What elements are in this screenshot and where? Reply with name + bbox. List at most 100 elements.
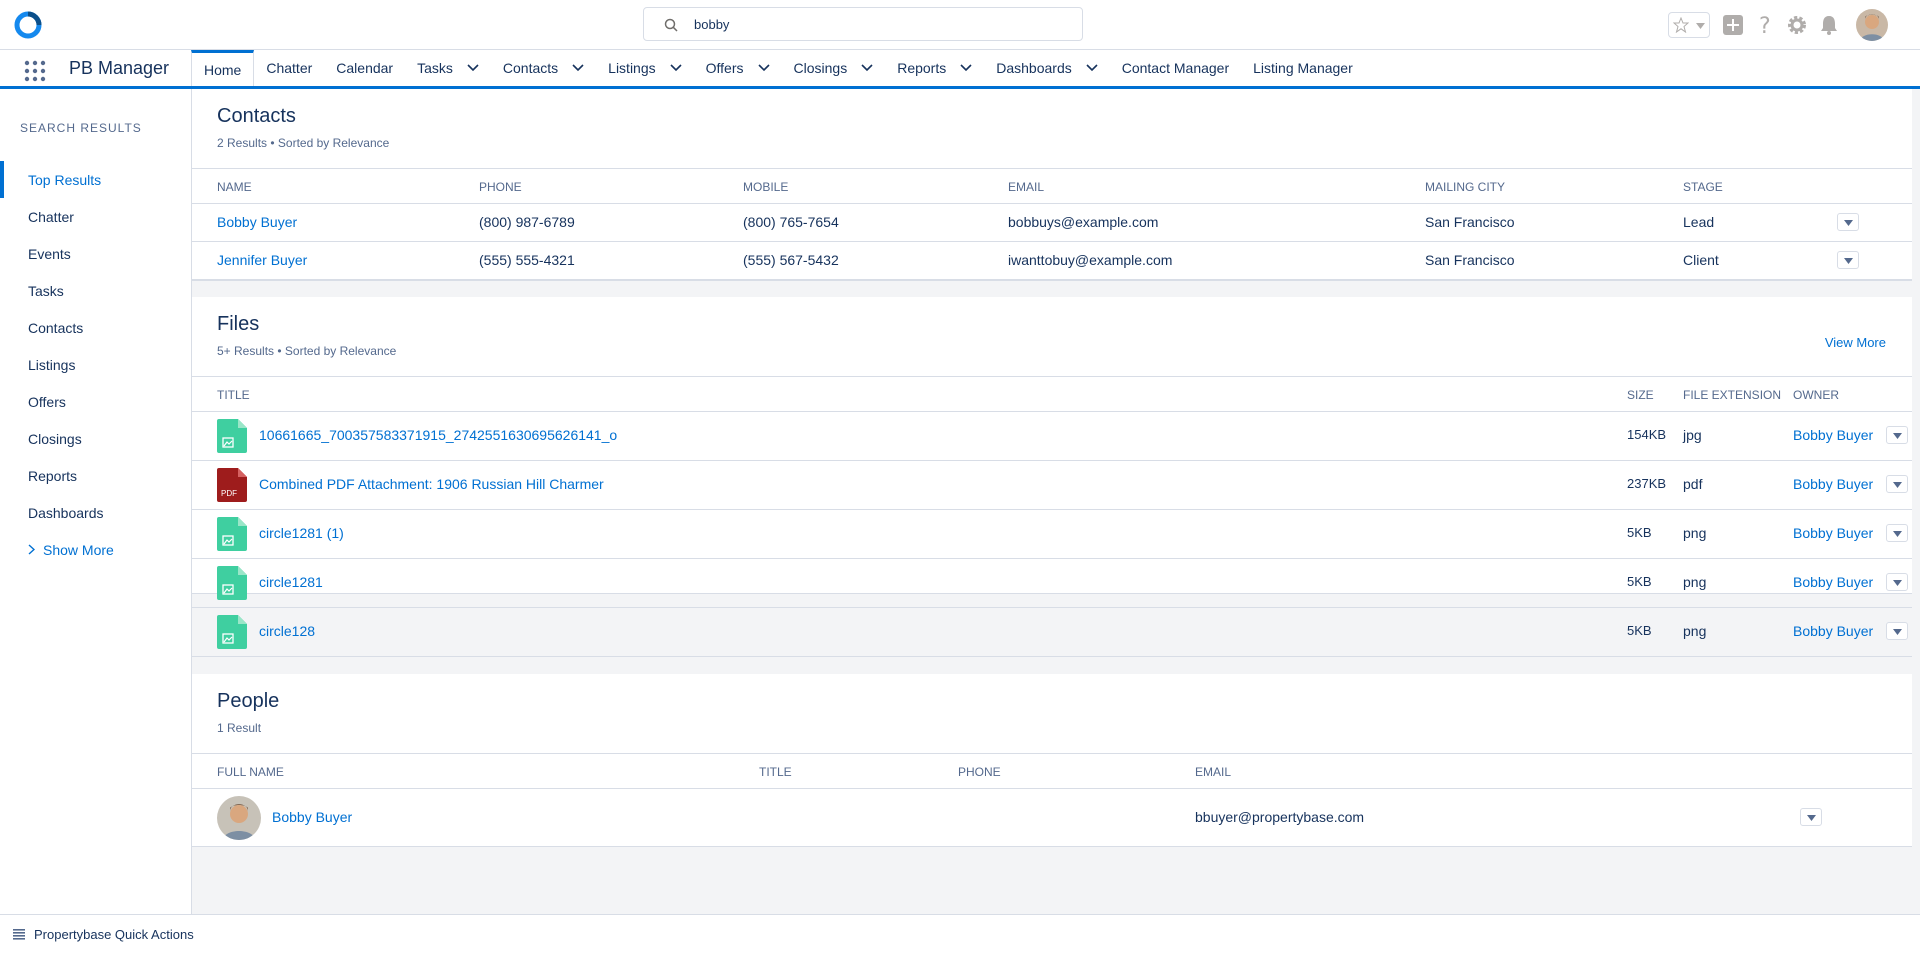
col-mailing-city[interactable]: Mailing City xyxy=(1425,180,1505,194)
sidebar-show-more[interactable]: Show More xyxy=(0,531,191,568)
sidebar-item-label: Contacts xyxy=(28,319,84,336)
search-icon xyxy=(664,18,678,32)
col-title[interactable]: Title xyxy=(217,388,250,402)
sidebar-item-listings[interactable]: Listings xyxy=(0,346,191,383)
nav-tab-calendar[interactable]: Calendar xyxy=(324,50,405,86)
user-avatar[interactable] xyxy=(1856,9,1888,41)
global-search[interactable] xyxy=(643,7,1083,41)
sidebar-item-offers[interactable]: Offers xyxy=(0,383,191,420)
col-person-phone[interactable]: Phone xyxy=(958,765,1001,779)
global-actions-icon[interactable] xyxy=(1722,14,1744,36)
contact-mobile: (800) 765-7654 xyxy=(743,214,839,230)
nav-tab-closings[interactable]: Closings xyxy=(782,50,886,86)
col-size[interactable]: Size xyxy=(1627,388,1654,402)
person-name-link[interactable]: Bobby Buyer xyxy=(272,809,352,825)
row-actions-menu[interactable] xyxy=(1837,251,1859,269)
person-avatar[interactable] xyxy=(217,796,261,840)
contact-phone: (555) 555-4321 xyxy=(479,252,575,268)
file-title-link[interactable]: circle1281 (1) xyxy=(259,525,344,541)
table-row: 10661665_700357583371915_274255163069562… xyxy=(192,412,1912,461)
nav-tab-listings[interactable]: Listings xyxy=(596,50,693,86)
col-stage[interactable]: Stage xyxy=(1683,180,1723,194)
nav-tab-contacts[interactable]: Contacts xyxy=(491,50,596,86)
sidebar-item-top-results[interactable]: Top Results xyxy=(0,161,191,198)
svg-text:?: ? xyxy=(1759,14,1771,36)
col-full-name[interactable]: Full Name xyxy=(217,765,284,779)
nav-tab-contact-manager[interactable]: Contact Manager xyxy=(1110,50,1241,86)
sidebar-item-tasks[interactable]: Tasks xyxy=(0,272,191,309)
chevron-down-icon[interactable] xyxy=(467,64,479,72)
sidebar-item-chatter[interactable]: Chatter xyxy=(0,198,191,235)
nav-tab-chatter[interactable]: Chatter xyxy=(254,50,324,86)
file-title-link[interactable]: circle1281 xyxy=(259,574,323,590)
row-actions-menu[interactable] xyxy=(1886,475,1908,493)
file-title-link[interactable]: Combined PDF Attachment: 1906 Russian Hi… xyxy=(259,476,604,492)
chevron-down-icon[interactable] xyxy=(1086,64,1098,72)
chevron-right-icon xyxy=(28,544,35,555)
file-owner-link[interactable]: Bobby Buyer xyxy=(1793,574,1873,590)
chevron-down-icon xyxy=(1844,258,1853,264)
list-icon[interactable] xyxy=(13,929,25,940)
quick-actions-button[interactable]: Propertybase Quick Actions xyxy=(34,927,194,942)
app-logo-icon[interactable] xyxy=(14,11,42,39)
contacts-card: Contacts 2 Results • Sorted by Relevance… xyxy=(192,89,1912,281)
col-mobile[interactable]: Mobile xyxy=(743,180,788,194)
row-actions-menu[interactable] xyxy=(1837,213,1859,231)
file-owner-link[interactable]: Bobby Buyer xyxy=(1793,476,1873,492)
nav-tab-home[interactable]: Home xyxy=(191,50,255,86)
chevron-down-icon[interactable] xyxy=(960,64,972,72)
nav-tab-offers[interactable]: Offers xyxy=(694,50,782,86)
gear-icon[interactable] xyxy=(1786,14,1808,36)
file-title-link[interactable]: 10661665_700357583371915_274255163069562… xyxy=(259,427,617,443)
files-view-more-link[interactable]: View More xyxy=(1825,335,1886,350)
file-title-link[interactable]: circle128 xyxy=(259,623,315,639)
file-owner-link[interactable]: Bobby Buyer xyxy=(1793,427,1873,443)
nav-tab-listing-manager[interactable]: Listing Manager xyxy=(1241,50,1365,86)
contact-stage: Client xyxy=(1683,252,1719,268)
col-phone[interactable]: Phone xyxy=(479,180,522,194)
row-actions-menu[interactable] xyxy=(1800,808,1822,826)
col-owner[interactable]: Owner xyxy=(1793,388,1839,402)
contact-mobile: (555) 567-5432 xyxy=(743,252,839,268)
row-actions-menu[interactable] xyxy=(1886,524,1908,542)
col-name[interactable]: Name xyxy=(217,180,252,194)
sidebar-item-events[interactable]: Events xyxy=(0,235,191,272)
sidebar-item-closings[interactable]: Closings xyxy=(0,420,191,457)
sidebar-item-contacts[interactable]: Contacts xyxy=(0,309,191,346)
chevron-down-icon xyxy=(1893,482,1902,488)
col-person-title[interactable]: Title xyxy=(759,765,792,779)
chevron-down-icon[interactable] xyxy=(757,64,770,72)
contact-name-link[interactable]: Jennifer Buyer xyxy=(217,252,307,268)
file-size: 5KB xyxy=(1627,623,1652,638)
nav-tab-dashboards[interactable]: Dashboards xyxy=(984,50,1110,86)
contact-stage: Lead xyxy=(1683,214,1715,230)
people-table-header: Full Name Title Phone Email xyxy=(192,753,1912,789)
col-person-email[interactable]: Email xyxy=(1195,765,1231,779)
sidebar-item-reports[interactable]: Reports xyxy=(0,457,191,494)
app-nav-bar: PB Manager Home Chatter Calendar Tasks C… xyxy=(0,50,1920,89)
sidebar-item-label: Dashboards xyxy=(28,504,104,521)
chevron-down-icon[interactable] xyxy=(670,64,682,72)
nav-tab-label: Offers xyxy=(705,60,744,76)
nav-tab-label: Reports xyxy=(897,60,947,76)
search-input[interactable] xyxy=(694,14,1064,34)
sidebar-item-dashboards[interactable]: Dashboards xyxy=(0,494,191,531)
help-icon[interactable]: ? xyxy=(1754,14,1776,36)
chevron-down-icon[interactable] xyxy=(572,64,584,72)
file-owner-link[interactable]: Bobby Buyer xyxy=(1793,525,1873,541)
file-owner-link[interactable]: Bobby Buyer xyxy=(1793,623,1873,639)
sidebar-item-label: Chatter xyxy=(28,208,74,225)
file-size: 237KB xyxy=(1627,476,1667,491)
row-actions-menu[interactable] xyxy=(1886,573,1908,591)
favorites-button[interactable] xyxy=(1668,12,1710,38)
row-actions-menu[interactable] xyxy=(1886,426,1908,444)
chevron-down-icon[interactable] xyxy=(861,64,873,72)
contact-name-link[interactable]: Bobby Buyer xyxy=(217,214,297,230)
nav-tab-reports[interactable]: Reports xyxy=(885,50,984,86)
bell-icon[interactable] xyxy=(1818,14,1840,36)
app-launcher-icon[interactable] xyxy=(24,60,46,82)
nav-tab-tasks[interactable]: Tasks xyxy=(405,50,491,86)
col-file-extension[interactable]: File Extension xyxy=(1683,388,1781,402)
row-actions-menu[interactable] xyxy=(1886,622,1908,640)
col-email[interactable]: Email xyxy=(1008,180,1044,194)
